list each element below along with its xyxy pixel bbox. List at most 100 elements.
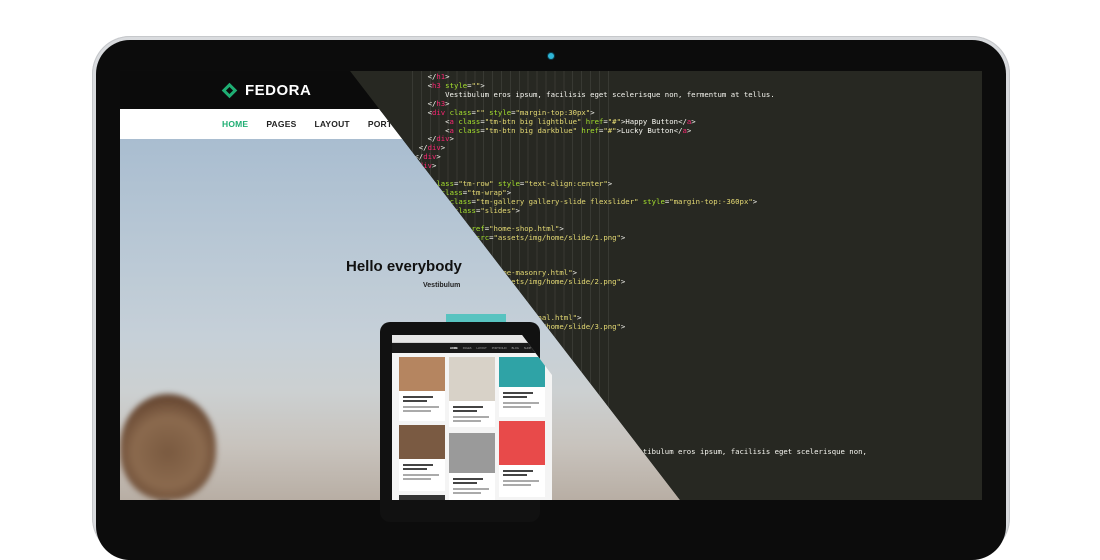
code-token: href [581, 125, 599, 135]
code-token: < [410, 116, 450, 126]
code-token: > [572, 268, 578, 278]
code-token: "text-align:center" [524, 179, 608, 189]
tablet-card-text-line [453, 410, 477, 412]
code-line: <ul class="slides"> [410, 205, 867, 216]
tablet-nav-item[interactable]: BLOG [512, 347, 519, 350]
tablet-card-text-line [403, 396, 433, 398]
tablet-card[interactable] [399, 357, 445, 421]
code-line: <a class="tm-btn big darkblue" href="#">… [410, 125, 867, 136]
code-token: "#" [607, 116, 621, 126]
tablet-card[interactable] [499, 421, 545, 497]
code-token: > [620, 277, 626, 287]
tablet-card[interactable] [499, 357, 545, 417]
code-token: "home-shop.html" [489, 223, 560, 233]
tablet-nav-item[interactable]: HOME [450, 347, 458, 350]
hero-title: Hello everybody [346, 258, 462, 275]
tablet-card-text-line [453, 488, 489, 490]
tablet-card-text-line [403, 474, 439, 476]
tablet-card-text-line [403, 468, 427, 470]
code-token: > [480, 80, 485, 90]
code-line: Vestibulum eros ipsum, facilisis eget sc… [410, 89, 867, 100]
tablet-card[interactable] [399, 425, 445, 491]
code-token: h1 [436, 72, 446, 81]
tablet-card-text-line [453, 416, 489, 418]
code-token: div [436, 134, 450, 144]
code-token: < [410, 125, 450, 135]
tablet-card-text-line [453, 478, 483, 480]
tablet-card-text-line [503, 402, 539, 404]
nav-item-layout[interactable]: LAYOUT [314, 119, 349, 129]
code-token: > [436, 152, 441, 162]
code-token: </ [410, 72, 437, 81]
tablet-card-image [449, 357, 495, 401]
tablet-nav-item[interactable]: SHOP [524, 347, 531, 350]
code-token: "tm-btn big lightblue" [484, 116, 582, 126]
code-token: > [506, 187, 512, 197]
tablet-card-text-line [503, 396, 527, 398]
nav-item-pages[interactable]: PAGES [266, 119, 296, 129]
code-token: href [585, 116, 604, 126]
code-token: "margin-top:30px" [515, 107, 591, 117]
code-token: div [431, 107, 446, 117]
tablet-card[interactable] [449, 433, 495, 500]
code-token: < [410, 80, 432, 90]
tablet-nav-item[interactable]: LAYOUT [477, 347, 487, 350]
code-token: "" [475, 107, 485, 117]
code-token: "tm-gallery gallery-slide flexslider" [475, 196, 639, 206]
code-token: div [427, 143, 441, 153]
tablet-card-image [499, 421, 545, 465]
code-token: style [489, 107, 512, 117]
logo-diamond-icon [222, 83, 238, 99]
code-token: h3 [431, 80, 441, 90]
code-token: Vestibulum eros ipsum, facilisis eget sc… [410, 89, 775, 99]
tablet-card-text-line [403, 400, 427, 402]
code-token: "tm-btn big darkblue" [484, 125, 577, 135]
tablet-card[interactable] [449, 357, 495, 427]
code-token: > [559, 223, 564, 233]
code-token: > [607, 179, 613, 189]
hot-air-balloon-image [120, 394, 216, 500]
code-line: </div> [410, 134, 867, 144]
tablet-card-text-line [503, 470, 533, 472]
tablet-card-image [449, 433, 495, 473]
code-token: > [449, 134, 454, 144]
code-token: "#" [603, 125, 617, 135]
code-line: </div> [410, 152, 867, 162]
tablet-card[interactable] [399, 495, 445, 500]
code-token: > [445, 98, 450, 108]
code-token: div [423, 152, 437, 162]
code-token: < [410, 107, 432, 117]
logo-text: FEDORA [245, 82, 312, 99]
tablet-card-text-line [503, 480, 539, 482]
tablet-card-text-line [453, 492, 481, 494]
tablet-card-image [399, 495, 445, 500]
code-line: </div> [410, 143, 867, 153]
code-token: > [691, 116, 696, 126]
code-token: > [515, 205, 520, 215]
tablet-screen: HOME PAGES LAYOUT PORTFOLIO BLOG SHOP [392, 335, 552, 500]
code-token: > [445, 72, 450, 81]
code-token: > [431, 161, 437, 171]
code-token: </ [410, 98, 437, 108]
tablet-card-text-line [403, 478, 431, 480]
tablet-nav-item[interactable]: PAGES [463, 347, 472, 350]
code-token: >Happy Button</ [620, 116, 687, 126]
code-token: > [752, 196, 758, 206]
code-token: "margin-top:-360px" [669, 196, 753, 206]
tablet-nav-item[interactable]: PORTFOLIO [492, 347, 507, 350]
tablet-card-text-line [453, 406, 483, 408]
tablet-card-text-line [453, 420, 481, 422]
tablet-card-text-line [503, 474, 527, 476]
hero-subtitle: Vestibulum [423, 282, 461, 289]
tablet-card-text-line [503, 392, 533, 394]
tablet-nav: HOME PAGES LAYOUT PORTFOLIO BLOG SHOP [392, 343, 552, 353]
tablet-card-text-line [503, 406, 531, 408]
tablet-card-image [499, 357, 545, 387]
code-token: > [590, 107, 595, 117]
nav-item-home[interactable]: HOME [222, 119, 248, 129]
code-token: class [449, 107, 472, 117]
code-token: h3 [436, 98, 446, 108]
code-token: </ [410, 143, 428, 153]
code-token: > [686, 125, 692, 135]
site-logo[interactable]: FEDORA [222, 82, 311, 99]
